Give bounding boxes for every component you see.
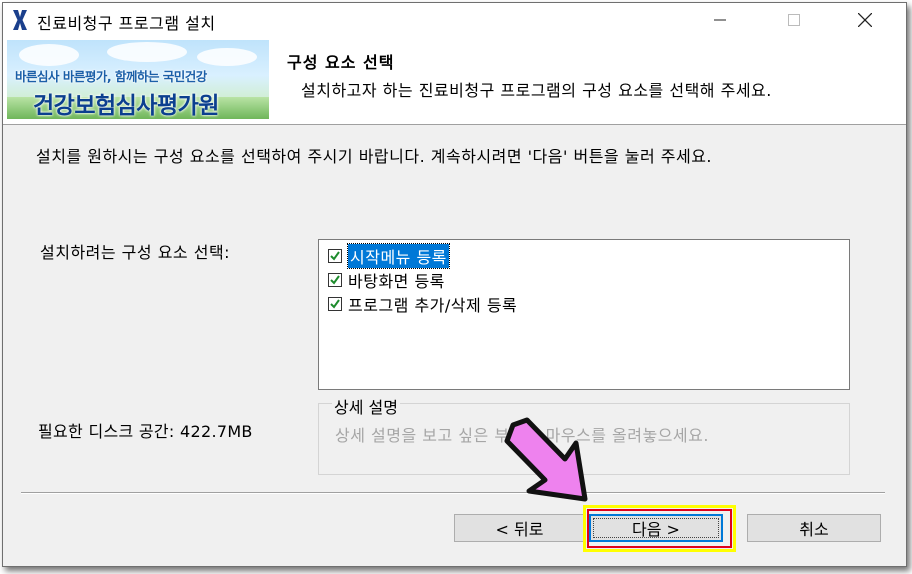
- wizard-header: 바른심사 바른평가, 함께하는 국민건강 건강보험심사평가원 구성 요소 선택 …: [3, 36, 906, 125]
- component-item-add-remove[interactable]: 프로그램 추가/삭제 등록: [328, 293, 517, 315]
- divider: [21, 492, 885, 494]
- window-title: 진료비청구 프로그램 설치: [37, 14, 216, 33]
- cancel-button[interactable]: 취소: [747, 514, 881, 542]
- disk-space-text: 필요한 디스크 공간: 422.7MB: [38, 422, 253, 441]
- banner-slogan: 바른심사 바른평가, 함께하는 국민건강: [15, 69, 207, 84]
- checkbox-add-remove[interactable]: [328, 297, 342, 311]
- installer-window: 진료비청구 프로그램 설치 바른심사 바른평가, 함께하는 국민건강 건강보험심…: [2, 2, 907, 567]
- component-item-start-menu[interactable]: 시작메뉴 등록: [328, 243, 450, 269]
- minimize-icon[interactable]: [697, 3, 743, 36]
- detail-title: 상세 설명: [332, 394, 400, 418]
- component-label: 프로그램 추가/삭제 등록: [348, 296, 518, 315]
- banner-org-name: 건강보험심사평가원: [33, 93, 219, 119]
- back-button[interactable]: < 뒤로: [454, 514, 585, 542]
- checkbox-desktop[interactable]: [328, 273, 342, 287]
- check-icon: [330, 275, 340, 285]
- app-icon: [13, 10, 27, 30]
- component-item-desktop[interactable]: 바탕화면 등록: [328, 269, 445, 291]
- component-label: 바탕화면 등록: [348, 272, 445, 291]
- maximize-icon[interactable]: [771, 3, 817, 36]
- check-icon: [330, 251, 340, 261]
- highlight-box-inner: [587, 509, 732, 548]
- component-select-label: 설치하려는 구성 요소 선택:: [40, 243, 231, 262]
- close-icon[interactable]: [842, 3, 888, 36]
- title-bar[interactable]: 진료비청구 프로그램 설치: [3, 3, 906, 36]
- component-label: 시작메뉴 등록: [347, 243, 450, 269]
- instruction-text: 설치를 원하시는 구성 요소를 선택하여 주시기 바랍니다. 계속하시려면 '다…: [36, 147, 712, 166]
- page-subtitle: 설치하고자 하는 진료비청구 프로그램의 구성 요소를 선택해 주세요.: [301, 81, 772, 100]
- pointer-arrow-icon: [504, 417, 588, 502]
- check-icon: [330, 299, 340, 309]
- page-title: 구성 요소 선택: [287, 53, 395, 72]
- checkbox-start-menu[interactable]: [328, 249, 342, 263]
- component-list[interactable]: 시작메뉴 등록 바탕화면 등록 프로그램 추가/삭제 등록: [318, 239, 850, 390]
- banner-image: 바른심사 바른평가, 함께하는 국민건강 건강보험심사평가원: [7, 40, 269, 119]
